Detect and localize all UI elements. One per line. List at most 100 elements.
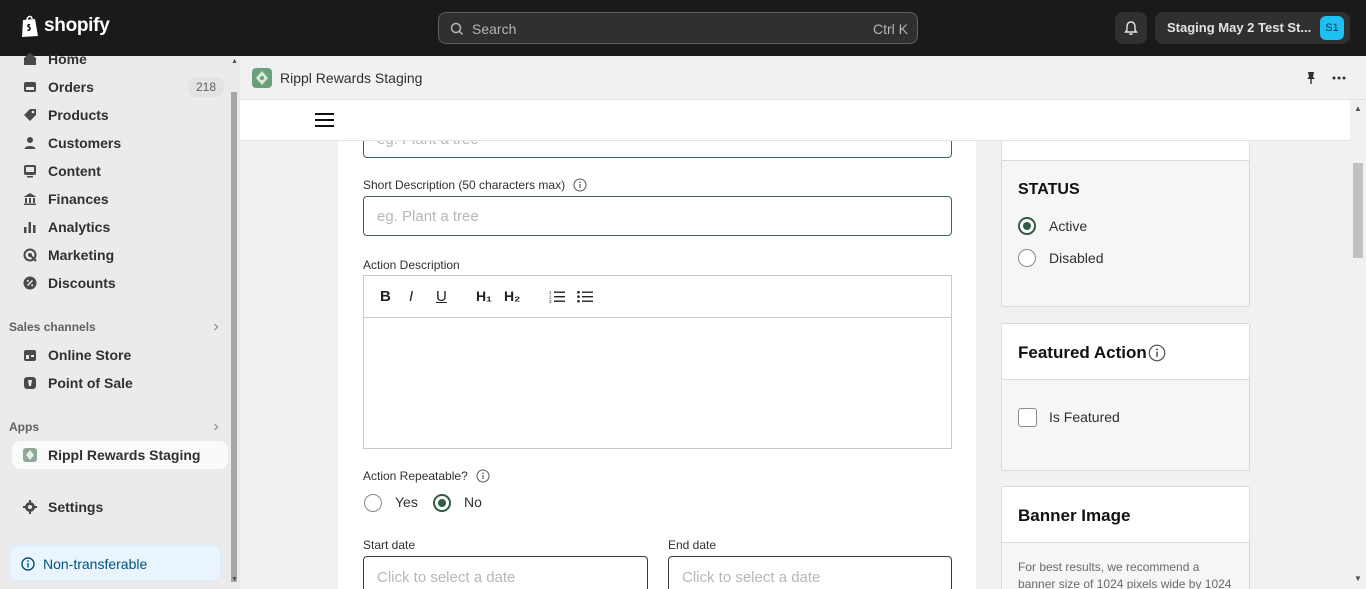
shopify-logo[interactable]: shopify [20,14,110,38]
status-active-radio[interactable] [1018,217,1036,235]
sidebar-item-customers[interactable]: Customers [12,129,228,157]
scroll-up-arrow-icon[interactable]: ▲ [1354,104,1362,113]
banner-card-description: For best results, we recommend a banner … [1018,560,1232,589]
repeatable-no-radio[interactable] [433,494,451,512]
sales-channels-header[interactable]: Sales channels [9,320,96,334]
sidebar-item-label: Content [48,163,101,179]
scroll-down-arrow-icon[interactable]: ▼ [231,576,238,583]
sidebar-item-label: Home [48,51,87,67]
sidebar-item-label: Online Store [48,347,132,363]
page-scrollbar[interactable]: ▲ ▼ [1350,100,1366,589]
search-shortcut: Ctrl K [873,21,908,37]
short-description-label: Short Description (50 characters max) [363,178,566,192]
orders-count-badge: 218 [187,77,224,97]
app-navbar-overlay [240,100,1350,141]
sidebar-item-orders[interactable]: Orders 218 [12,73,228,101]
app-title: Rippl Rewards Staging [280,70,423,86]
end-date-label: End date [668,538,717,552]
sidebar: Home Orders 218 Products Customers Conte… [0,51,240,589]
chart-icon [24,222,36,233]
sidebar-scrollbar[interactable] [231,92,237,582]
sidebar-item-label: Products [48,107,109,123]
action-repeatable-label: Action Repeatable? [363,469,468,483]
scroll-down-arrow-icon[interactable]: ▼ [1354,574,1362,583]
store-switcher[interactable]: Staging May 2 Test St... S1 [1155,12,1350,44]
banner-image-card: Banner Image For best results, we recomm… [1001,486,1250,589]
repeatable-yes-radio[interactable] [364,494,382,512]
status-disabled-radio[interactable] [1018,249,1036,267]
sidebar-item-label: Settings [48,499,104,515]
rich-text-editor[interactable]: B I U H₁ H₂ 1 2 3 [363,275,952,449]
ordered-list-icon[interactable]: 1 2 3 [549,290,565,304]
status-card-header-remnant [1002,141,1249,161]
search-bar[interactable]: Search Ctrl K [438,12,918,44]
more-options-icon[interactable] [1331,70,1347,86]
short-description-input[interactable]: eg. Plant a tree [363,196,952,236]
sidebar-item-label: Customers [48,135,122,151]
home-icon [24,53,36,65]
short-description-placeholder: eg. Plant a tree [377,208,479,225]
shopify-bag-icon [22,15,38,37]
sidebar-item-finances[interactable]: Finances [12,185,228,213]
svg-text:3: 3 [549,299,552,304]
end-date-input[interactable]: Click to select a date [668,556,952,589]
chevron-right-icon[interactable] [212,323,220,331]
orders-icon [24,82,36,92]
info-icon[interactable] [573,178,587,192]
sidebar-item-marketing[interactable]: Marketing [12,241,228,269]
tag-icon [24,109,36,121]
chevron-right-icon[interactable] [212,423,220,431]
non-transferable-banner[interactable]: Non-transferable [9,545,221,581]
sidebar-item-label: Analytics [48,219,111,235]
start-date-placeholder: Click to select a date [377,569,516,586]
apps-header[interactable]: Apps [9,420,39,434]
search-placeholder: Search [472,21,517,37]
sidebar-item-label: Rippl Rewards Staging [48,447,201,463]
person-icon [24,137,36,149]
editor-toolbar: B I U H₁ H₂ 1 2 3 [364,276,951,318]
action-description-label: Action Description [363,258,460,272]
bullet-list-icon[interactable] [577,290,593,304]
sidebar-item-label: Discounts [48,275,116,291]
app-header: Rippl Rewards Staging [240,56,1366,100]
hamburger-menu-icon[interactable] [315,112,334,128]
pin-icon[interactable] [1303,70,1319,86]
target-icon [23,248,37,262]
underline-button[interactable]: U [436,288,447,305]
sidebar-item-label: Orders [48,79,94,95]
is-featured-label: Is Featured [1049,409,1120,425]
scroll-up-arrow-icon[interactable]: ▲ [231,58,238,65]
is-featured-checkbox[interactable] [1018,408,1037,427]
rippl-app-logo [252,68,272,88]
store-name: Staging May 2 Test St... [1167,20,1312,35]
heading2-button[interactable]: H₂ [504,288,520,304]
sidebar-item-settings[interactable]: Settings [12,493,228,521]
info-icon[interactable] [1148,344,1166,362]
repeatable-yes-label: Yes [395,494,418,510]
notifications-button[interactable] [1115,12,1147,44]
italic-button[interactable]: I [409,288,413,305]
info-icon[interactable] [476,469,490,483]
app-frame: eg. Plant a tree Short Description (50 c… [240,100,1350,589]
store-avatar: S1 [1320,16,1344,40]
bank-icon [23,193,37,205]
sidebar-item-analytics[interactable]: Analytics [12,213,228,241]
page-scrollbar-thumb[interactable] [1353,163,1363,258]
sidebar-item-label: Finances [48,191,109,207]
sidebar-item-online-store[interactable]: Online Store [12,341,228,369]
bold-button[interactable]: B [380,288,391,305]
sidebar-item-point-of-sale[interactable]: Point of Sale [12,369,228,397]
non-transferable-label: Non-transferable [43,556,148,572]
discount-icon [23,276,37,290]
search-icon [450,22,464,36]
sidebar-item-home[interactable]: Home [12,45,228,73]
heading1-button[interactable]: H₁ [476,288,492,304]
start-date-label: Start date [363,538,416,552]
content-icon [24,165,36,178]
start-date-input[interactable]: Click to select a date [363,556,648,589]
sidebar-item-label: Marketing [48,247,115,263]
sidebar-item-products[interactable]: Products [12,101,228,129]
sidebar-item-content[interactable]: Content [12,157,228,185]
sidebar-item-discounts[interactable]: Discounts [12,269,228,297]
sidebar-item-rippl-rewards[interactable]: Rippl Rewards Staging [12,441,228,469]
